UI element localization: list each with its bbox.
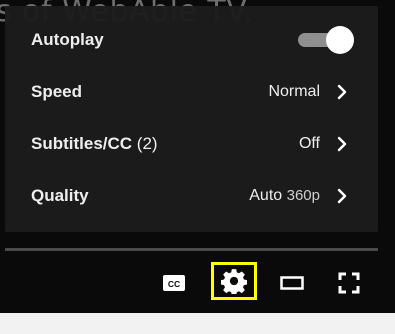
quality-value: Auto 360p [249, 187, 320, 204]
fullscreen-button[interactable] [335, 269, 363, 297]
page-background [0, 313, 395, 334]
chevron-right-icon [337, 136, 347, 152]
quality-label: Quality [31, 186, 89, 205]
settings-button[interactable] [211, 262, 257, 300]
settings-menu: Autoplay Speed Normal Subtitles/CC (2) O… [5, 6, 378, 232]
subtitles-button[interactable]: CC [162, 273, 186, 293]
video-player[interactable]: s of WebAble TV. Autoplay Speed Normal S… [0, 0, 395, 313]
cc-icon: CC [163, 275, 185, 291]
autoplay-label: Autoplay [31, 30, 104, 49]
subtitles-track-count: (2) [136, 134, 158, 153]
player-controls: CC [0, 256, 395, 313]
autoplay-toggle[interactable] [298, 26, 354, 54]
speed-value: Normal [268, 83, 320, 100]
toggle-knob [326, 26, 354, 54]
speed-label: Speed [31, 82, 83, 101]
fullscreen-icon [338, 272, 360, 294]
autoplay-row[interactable]: Autoplay [5, 14, 378, 66]
settings-gear-icon [221, 269, 247, 294]
chevron-right-icon [337, 84, 347, 100]
speed-row[interactable]: Speed Normal [5, 66, 378, 118]
quality-resolution: 360p [286, 187, 320, 204]
quality-row[interactable]: Quality Auto 360p [5, 170, 378, 222]
subtitles-row[interactable]: Subtitles/CC (2) Off [5, 118, 378, 170]
chevron-right-icon [337, 188, 347, 204]
theater-mode-button[interactable] [279, 273, 305, 293]
subtitles-label: Subtitles/CC (2) [31, 134, 158, 153]
progress-bar[interactable] [5, 248, 378, 251]
subtitles-value: Off [298, 135, 320, 152]
theater-mode-icon [280, 276, 304, 290]
svg-text:CC: CC [168, 279, 180, 289]
